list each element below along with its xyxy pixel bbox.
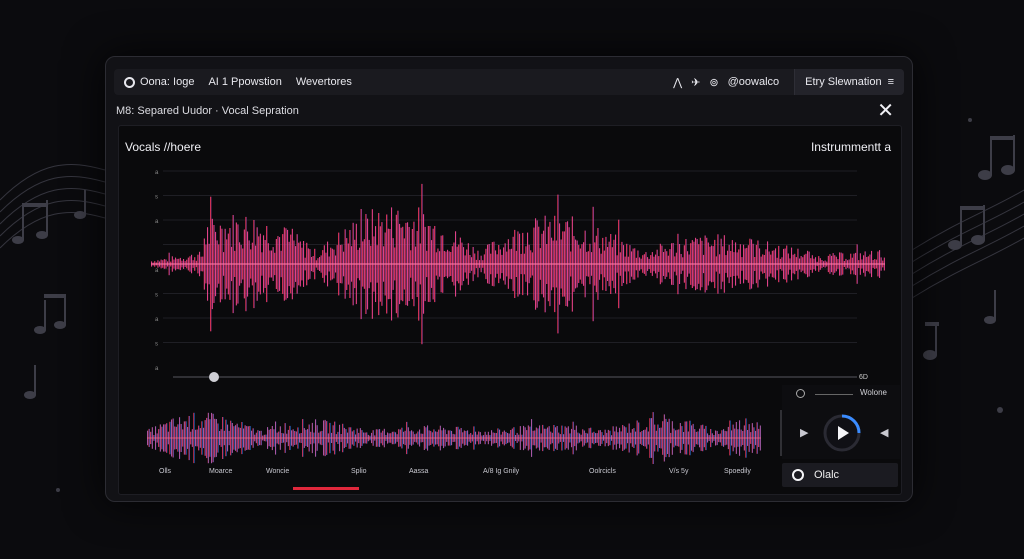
entry-menu[interactable]: Etry Slewnation ≡: [794, 69, 904, 95]
output-label: Olalc: [814, 469, 840, 481]
playback-controls: Wolone ▶ ◀ Olalc: [782, 385, 900, 487]
timeline-label: V/s 5y: [669, 468, 689, 475]
controls-top: Wolone ▶ ◀: [782, 385, 900, 459]
timeline-label: Oolrcicls: [589, 468, 616, 475]
user-handle[interactable]: @oowalco: [728, 76, 780, 88]
end-label: 6D: [859, 374, 868, 381]
timeline-label: A/8 Ig Gnily: [483, 468, 520, 475]
timeline-label: Olls: [159, 468, 172, 475]
volume-label: Wolone: [860, 388, 887, 397]
app-window: Oona: Ioge AI 1 Ppowstion Wevertores ⋀ ✈…: [105, 56, 913, 502]
next-button[interactable]: ◀: [880, 426, 888, 439]
sub-header: M8: Separed Uudor · Vocal Seprati​on ✕: [114, 99, 904, 123]
bird-icon[interactable]: ✈: [691, 76, 700, 89]
scrubber-handle[interactable]: [209, 372, 219, 382]
y-tick-label: s: [155, 293, 158, 299]
volume-track[interactable]: [815, 394, 853, 395]
prev-button[interactable]: ▶: [800, 426, 808, 439]
output-toggle[interactable]: Olalc: [782, 463, 898, 487]
timeline-label: Moarce: [209, 468, 232, 475]
top-navigation-bar: Oona: Ioge AI 1 Ppowstion Wevertores ⋀ ✈…: [114, 69, 904, 95]
y-tick-label: a: [155, 317, 159, 323]
menu-icon: ≡: [887, 76, 894, 88]
page-title: M8: Separed Uudor · Vocal Seprati​on: [116, 105, 299, 117]
logo-icon: [124, 76, 135, 88]
close-icon[interactable]: ✕: [877, 101, 894, 121]
entry-menu-label: Etry Slewnation: [805, 76, 882, 88]
nav-item-ai-separation[interactable]: AI 1 Ppowstion: [208, 76, 281, 88]
y-tick-label: s: [155, 342, 158, 348]
timeline-label: Aassa: [409, 468, 429, 475]
play-ring: [823, 414, 861, 452]
timeline-label: Woncie: [266, 468, 289, 475]
timeline-label: Splio: [351, 468, 367, 475]
active-indicator: [293, 487, 359, 490]
radio-icon[interactable]: [792, 469, 804, 481]
at-icon[interactable]: ⊚: [709, 76, 718, 89]
app-logo[interactable]: Oona: Ioge: [124, 76, 194, 88]
y-tick-label: a: [155, 366, 159, 372]
timeline-label: Spoedily: [724, 468, 751, 475]
y-tick-label: a: [155, 219, 159, 225]
a-icon[interactable]: ⋀: [673, 76, 682, 89]
y-tick-label: a: [155, 268, 159, 274]
y-tick-label: s: [155, 195, 158, 201]
nav-item-waveforms[interactable]: Wevertores: [296, 76, 352, 88]
power-icon[interactable]: [796, 389, 805, 398]
nav-item-home: Oona: Ioge: [140, 76, 195, 88]
y-tick-label: a: [155, 170, 159, 176]
